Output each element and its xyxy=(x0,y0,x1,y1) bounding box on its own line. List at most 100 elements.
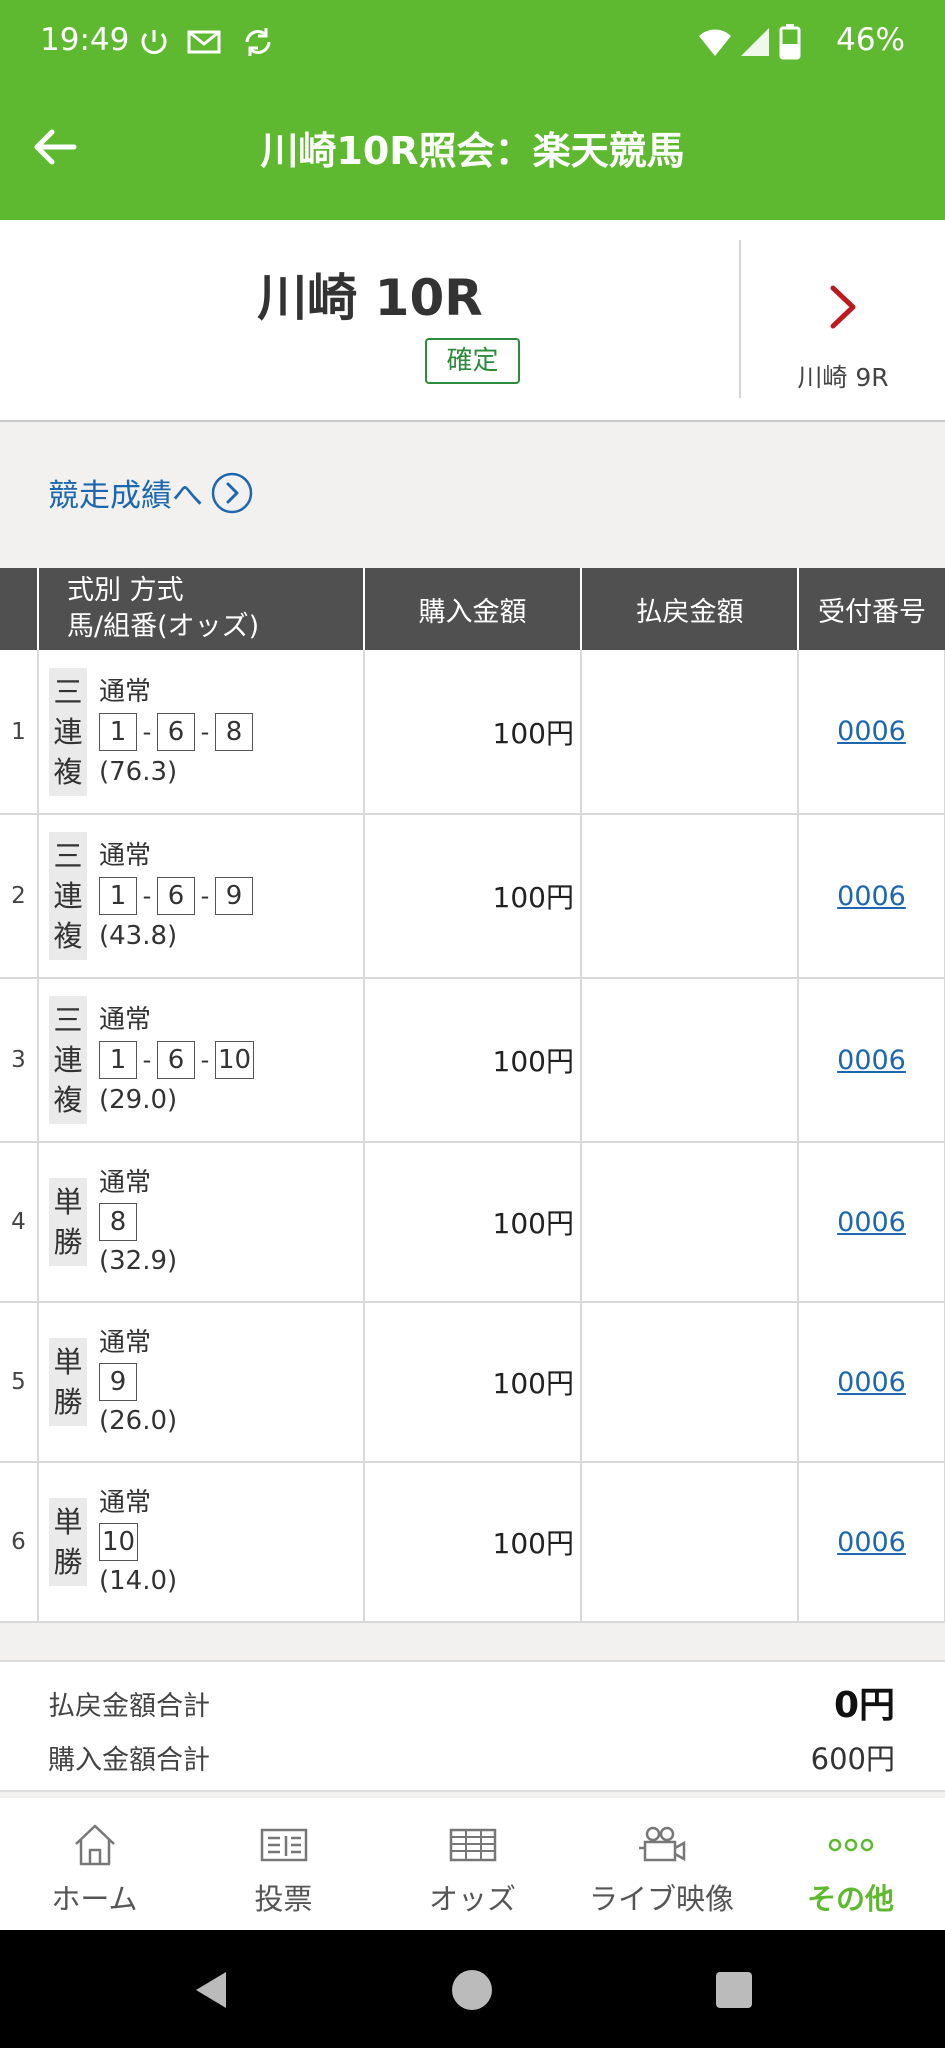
tab-live-video-label: ライブ映像 xyxy=(588,1882,734,1916)
payout-amount xyxy=(581,650,799,815)
tab-live-video[interactable]: ライブ映像 xyxy=(567,1798,756,1930)
sync-icon xyxy=(245,28,271,56)
tab-more-label: その他 xyxy=(806,1882,894,1916)
receipt-number-link[interactable]: 0006 xyxy=(837,1207,906,1238)
header-index xyxy=(0,568,39,650)
bet-kind-cell: 単勝 通常 8 (32.9) xyxy=(38,1142,365,1303)
row-index: 6 xyxy=(0,1462,39,1623)
bet-method: 通常 xyxy=(99,1488,152,1518)
bet-method: 通常 xyxy=(99,841,152,871)
dash-separator: - xyxy=(142,717,152,746)
bet-method: 通常 xyxy=(99,1168,152,1198)
horse-numbers: 1-6-8 xyxy=(99,712,253,752)
receipt-cell: 0006 xyxy=(798,1302,945,1463)
receipt-cell: 0006 xyxy=(798,1142,945,1303)
bet-type-char: 連 xyxy=(53,1043,83,1077)
bet-odds: (76.3) xyxy=(99,756,178,787)
bet-type-char: 連 xyxy=(53,714,83,749)
bet-odds: (43.8) xyxy=(99,921,178,951)
totals-panel: 払戻金額合計 0円 購入金額合計 600円 xyxy=(0,1660,945,1792)
row-index: 2 xyxy=(0,814,39,979)
signal-icon xyxy=(741,28,769,56)
horse-number-box: 1 xyxy=(99,712,137,751)
battery-icon xyxy=(779,24,801,60)
bet-kind-cell: 三連複 通常 1-6-9 (43.8) xyxy=(38,814,365,979)
horse-number-box: 6 xyxy=(157,877,195,915)
table-row: 3 三連複 通常 1-6-10 (29.0) 100円 0006 xyxy=(0,978,945,1143)
battery-percent: 46% xyxy=(836,22,905,58)
dash-separator: - xyxy=(200,717,210,746)
race-header: 川崎 10R 確定 川崎 9R xyxy=(0,220,945,422)
purchase-amount: 100円 xyxy=(364,814,582,979)
header-receipt: 受付番号 xyxy=(798,568,945,650)
bet-type-char: 三 xyxy=(53,674,83,709)
bet-method: 通常 xyxy=(99,1005,152,1035)
nav-recents-icon[interactable] xyxy=(712,1968,756,2012)
race-results-label: 競走成績へ xyxy=(48,478,203,514)
bet-type-badge: 単勝 xyxy=(49,1498,87,1586)
chevron-right-icon xyxy=(830,285,856,329)
bet-method: 通常 xyxy=(99,676,152,707)
receipt-cell: 0006 xyxy=(798,650,945,815)
receipt-cell: 0006 xyxy=(798,978,945,1143)
row-index: 4 xyxy=(0,1142,39,1303)
horse-number-box: 8 xyxy=(99,1203,137,1241)
payout-amount xyxy=(581,1462,799,1623)
header-kind: 式別 方式 馬/組番(オッズ) xyxy=(38,568,365,650)
horse-number-box: 10 xyxy=(99,1523,139,1561)
nav-back-icon[interactable] xyxy=(190,1968,234,2012)
bet-type-badge: 三連複 xyxy=(49,667,87,796)
horse-number-box: 8 xyxy=(215,712,253,751)
tab-vote[interactable]: 投票 xyxy=(189,1798,378,1930)
payout-amount xyxy=(581,1142,799,1303)
tab-home[interactable]: ホーム xyxy=(0,1798,189,1930)
bet-type-char: 三 xyxy=(53,839,83,873)
payout-amount xyxy=(581,978,799,1143)
horse-numbers: 10 xyxy=(99,1523,177,1561)
bet-type-badge: 単勝 xyxy=(49,1338,87,1426)
bet-type-badge: 三連複 xyxy=(49,996,87,1124)
receipt-cell: 0006 xyxy=(798,1462,945,1623)
row-index: 1 xyxy=(0,650,39,815)
receipt-number-link[interactable]: 0006 xyxy=(837,881,906,912)
receipt-number-link[interactable]: 0006 xyxy=(837,1527,906,1558)
purchase-total-label: 購入金額合計 xyxy=(48,1745,210,1776)
tab-odds[interactable]: オッズ xyxy=(378,1798,567,1930)
payout-total-value: 0円 xyxy=(833,1685,895,1726)
race-name: 川崎 10R xyxy=(257,269,483,327)
odds-table-icon xyxy=(449,1828,497,1862)
purchase-amount: 100円 xyxy=(364,1462,582,1623)
alarm-icon xyxy=(141,30,167,54)
bet-type-char: 複 xyxy=(53,1083,83,1117)
tab-more[interactable]: その他 xyxy=(756,1798,945,1930)
bet-odds: (26.0) xyxy=(99,1406,178,1436)
receipt-number-link[interactable]: 0006 xyxy=(837,1367,906,1398)
table-header-row: 式別 方式 馬/組番(オッズ) 購入金額 払戻金額 受付番号 xyxy=(0,568,945,650)
dash-separator: - xyxy=(200,1046,210,1074)
receipt-cell: 0006 xyxy=(798,814,945,979)
bet-type-char: 単 xyxy=(53,1505,83,1539)
next-race-button[interactable]: 川崎 9R xyxy=(741,220,945,420)
purchase-amount: 100円 xyxy=(364,650,582,815)
receipt-number-link[interactable]: 0006 xyxy=(837,1045,906,1076)
bet-type-char: 連 xyxy=(53,879,83,913)
bet-type-char: 複 xyxy=(53,754,83,789)
bet-odds: (32.9) xyxy=(99,1246,178,1276)
table-row: 5 単勝 通常 9 (26.0) 100円 0006 xyxy=(0,1302,945,1463)
receipt-number-link[interactable]: 0006 xyxy=(837,716,906,747)
race-results-link[interactable]: 競走成績へ xyxy=(48,470,253,515)
purchase-amount: 100円 xyxy=(364,1302,582,1463)
bet-odds: (14.0) xyxy=(99,1566,178,1596)
bet-kind-cell: 単勝 通常 10 (14.0) xyxy=(38,1462,365,1623)
bet-type-char: 勝 xyxy=(53,1225,83,1259)
row-index: 3 xyxy=(0,978,39,1143)
bet-odds: (29.0) xyxy=(99,1085,178,1115)
tab-odds-label: オッズ xyxy=(428,1882,516,1916)
tab-vote-label: 投票 xyxy=(254,1882,313,1916)
bet-type-char: 複 xyxy=(53,919,83,953)
nav-home-icon[interactable] xyxy=(450,1968,494,2012)
dash-separator: - xyxy=(142,882,152,910)
bet-type-char: 勝 xyxy=(53,1385,83,1419)
table-row: 2 三連複 通常 1-6-9 (43.8) 100円 0006 xyxy=(0,814,945,979)
header-kind-line1: 式別 方式 xyxy=(67,575,184,606)
